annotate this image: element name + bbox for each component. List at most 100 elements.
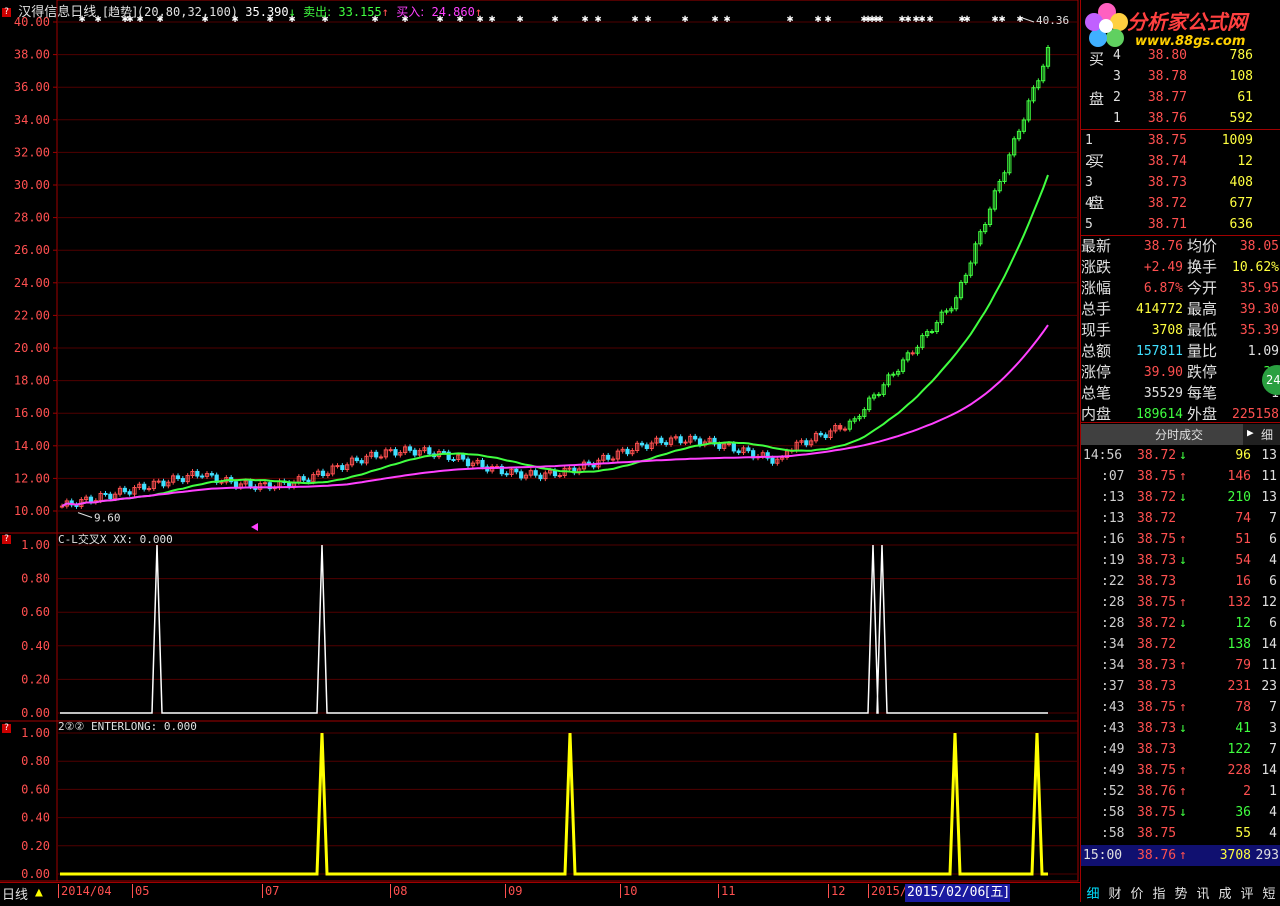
- price-tick-label: 18.00: [14, 374, 50, 388]
- trade-row: :49 38.75 ↑ 228 14: [1081, 760, 1280, 781]
- trade-time: :34: [1101, 637, 1125, 652]
- trade-row: :34 38.72 138 14: [1081, 634, 1280, 655]
- tab-1[interactable]: 财: [1105, 883, 1125, 902]
- tab-4[interactable]: 势: [1171, 883, 1191, 902]
- candle-body: [929, 331, 935, 334]
- panel2-menu-icon[interactable]: ?: [2, 535, 11, 544]
- order-level: 3: [1085, 175, 1093, 190]
- candle-body: [195, 470, 200, 477]
- order-volume: 592: [1229, 111, 1253, 126]
- period-label: 日线: [70, 5, 97, 20]
- order-volume: 677: [1229, 196, 1253, 211]
- candle-body: [103, 492, 108, 495]
- trade-row: :22 38.73 16 6: [1081, 571, 1280, 592]
- trade-count: 13: [1261, 490, 1277, 505]
- candle-body: [248, 480, 253, 488]
- stat-value: 35.95: [1239, 281, 1279, 296]
- last-trade-row: 15:00 38.76 ↑ 3708 293: [1081, 845, 1280, 866]
- signal-star-icon: ✱: [517, 12, 524, 25]
- candle-body: [519, 471, 524, 479]
- trade-arrow: ↓: [1179, 805, 1187, 820]
- stat-label: 涨幅: [1081, 279, 1112, 297]
- trade-volume: 55: [1235, 826, 1251, 841]
- trade-volume: 2: [1243, 784, 1251, 799]
- candle-body: [736, 450, 741, 454]
- trade-price: 38.73: [1137, 742, 1177, 757]
- kline-chart[interactable]: 40.0038.0036.0034.0032.0030.0028.0026.00…: [0, 0, 1080, 902]
- trade-time: :49: [1101, 763, 1125, 778]
- tab-2[interactable]: 价: [1127, 883, 1147, 902]
- trade-time: :43: [1101, 721, 1125, 736]
- panel3-menu-icon[interactable]: ?: [2, 724, 11, 733]
- tab-6[interactable]: 成: [1215, 883, 1235, 902]
- buy-order-row[interactable]: 3 38.73 408: [1081, 172, 1280, 193]
- buy-order-row[interactable]: 2 38.74 12: [1081, 151, 1280, 172]
- sell-order-row[interactable]: 2 38.77 61: [1081, 87, 1280, 108]
- panel2-tick-label: 0.80: [21, 572, 50, 586]
- stat-row: 涨幅 6.87% 今开 35.95: [1081, 278, 1280, 299]
- trade-row: :28 38.72 ↓ 12 6: [1081, 613, 1280, 634]
- trade-row: :37 38.73 231 23: [1081, 676, 1280, 697]
- candle-body: [146, 488, 152, 491]
- float-badge-text: 24: [1266, 373, 1280, 387]
- trade-arrow: ↓: [1179, 721, 1187, 736]
- trades-expand-button[interactable]: ▶ 细: [1243, 424, 1280, 445]
- month-label: 2014/04: [58, 884, 112, 898]
- panel3-tick-label: 0.80: [21, 754, 50, 768]
- signal-star-icon: ✱: [552, 12, 559, 25]
- sell-order-row[interactable]: 4 38.80 786: [1081, 45, 1280, 66]
- trade-row: :43 38.73 ↓ 41 3: [1081, 718, 1280, 739]
- stat-label: 总手: [1081, 300, 1112, 318]
- panel3-tick-label: 0.60: [21, 782, 50, 796]
- chart-area[interactable]: 40.00 38.00 36.00 34.00 32.00 30.00 28.00 26.00…: [0, 0, 1080, 902]
- signal-star-icon: ✱: [927, 12, 934, 25]
- candle-body: [412, 449, 417, 456]
- stat-label: 涨跌: [1081, 258, 1112, 276]
- tab-3[interactable]: 指: [1149, 883, 1169, 902]
- sell-order-row[interactable]: 3 38.78 108: [1081, 66, 1280, 87]
- panel2-tick-label: 1.00: [21, 538, 50, 552]
- candle-body: [697, 438, 703, 446]
- order-level: 5: [1085, 217, 1093, 232]
- signal-star-icon: ✱: [787, 12, 794, 25]
- tab-8[interactable]: 短: [1259, 883, 1279, 902]
- sell-order-row[interactable]: 1 38.76 592: [1081, 108, 1280, 129]
- candle-body: [533, 470, 538, 476]
- stat-value: 38.76: [1143, 239, 1183, 254]
- tab-7[interactable]: 评: [1237, 883, 1257, 902]
- tab-5[interactable]: 讯: [1193, 883, 1213, 902]
- trade-price: 38.72: [1137, 511, 1177, 526]
- candle-body: [480, 459, 485, 468]
- buy-order-row[interactable]: 5 38.71 636: [1081, 214, 1280, 235]
- buy-order-row[interactable]: 4 38.72 677: [1081, 193, 1280, 214]
- candle-body: [306, 479, 311, 483]
- current-date-text: 2015/02/06: [907, 885, 986, 900]
- menu-icon[interactable]: ?: [2, 8, 11, 17]
- tab-0[interactable]: 细: [1083, 883, 1103, 902]
- trade-volume: 228: [1227, 763, 1251, 778]
- signal-star-icon: ✱: [825, 12, 832, 25]
- indicator-name[interactable]: [趋势]: [104, 5, 137, 19]
- trade-arrow: ↑: [1179, 700, 1187, 715]
- buy-order-row[interactable]: 1 38.75 1009: [1081, 130, 1280, 151]
- price-tick-label: 30.00: [14, 178, 50, 192]
- logo-brand: 分析家公式网: [1127, 10, 1247, 34]
- trade-row: :58 38.75 ↓ 36 4: [1081, 802, 1280, 823]
- warning-icon[interactable]: ▲: [35, 885, 43, 900]
- candle-body: [108, 493, 113, 500]
- signal-star-icon: ✱: [632, 12, 639, 25]
- trade-row: :58 38.75 55 4: [1081, 823, 1280, 844]
- low-price-label: 9.60: [94, 512, 121, 525]
- candle-body: [842, 428, 848, 431]
- panel3-title-text: 2②② ENTERLONG: 0.000: [58, 720, 197, 733]
- trade-count: 14: [1261, 763, 1277, 778]
- period-switch-button[interactable]: 日线: [2, 884, 28, 903]
- candle-body: [731, 443, 736, 452]
- candle-body: [354, 457, 359, 462]
- price-tick-label: 36.00: [14, 80, 50, 94]
- signal-star-icon: ✱: [1017, 12, 1024, 25]
- trade-volume: 122: [1227, 742, 1251, 757]
- month-label: 2015/: [868, 884, 907, 898]
- stat-value: +2.49: [1143, 260, 1183, 275]
- order-volume: 61: [1237, 90, 1253, 105]
